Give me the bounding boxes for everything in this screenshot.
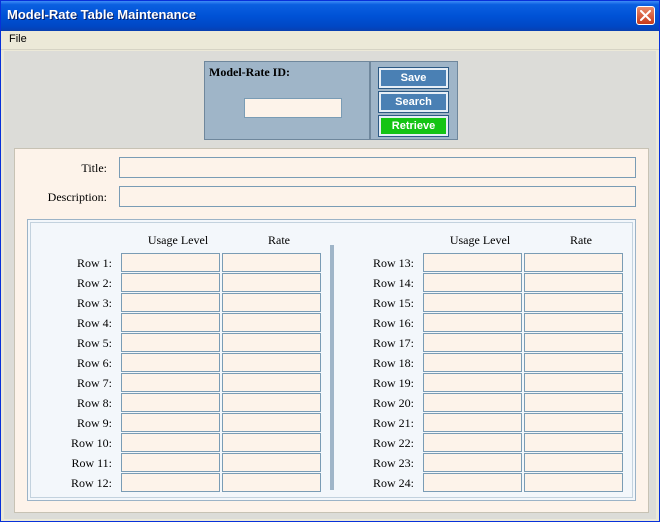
row-label: Row 21: [372,416,414,430]
rate-input[interactable] [222,373,321,392]
usage-level-input[interactable] [121,413,220,432]
row-label: Row 20: [372,396,414,410]
rate-input[interactable] [524,353,623,372]
usage-level-input[interactable] [423,433,522,452]
rate-input[interactable] [524,273,623,292]
description-input[interactable] [119,186,636,207]
row-label: Row 17: [372,336,414,350]
rate-input[interactable] [524,313,623,332]
row-label: Row 2: [76,276,112,290]
usage-level-input[interactable] [121,373,220,392]
usage-level-input[interactable] [121,473,220,492]
row-label: Row 19: [372,376,414,390]
rates-grid: Usage Level Rate Usage Level Rate Row 1:… [27,219,636,501]
header-usage-level-right: Usage Level [449,233,511,247]
usage-level-input[interactable] [121,313,220,332]
rate-input[interactable] [524,253,623,272]
header-rate-left: Rate [268,233,290,247]
close-button[interactable] [636,6,655,25]
row-label: Row 5: [76,336,112,350]
row-label: Row 9: [76,416,112,430]
rate-input[interactable] [222,433,321,452]
row-label: Row 23: [372,456,414,470]
usage-level-input[interactable] [121,273,220,292]
rate-input[interactable] [222,473,321,492]
usage-level-input[interactable] [423,393,522,412]
row-label: Row 7: [76,376,112,390]
row-label: Row 24: [372,476,414,490]
row-label: Row 3: [76,296,112,310]
save-button[interactable]: Save [378,67,449,89]
close-icon [640,10,651,21]
retrieve-button[interactable]: Retrieve [378,115,449,137]
usage-level-input[interactable] [423,273,522,292]
rate-input[interactable] [222,453,321,472]
usage-level-input[interactable] [423,453,522,472]
usage-level-input[interactable] [423,253,522,272]
usage-level-input[interactable] [121,333,220,352]
search-button[interactable]: Search [378,91,449,113]
usage-level-input[interactable] [423,473,522,492]
usage-level-input[interactable] [423,333,522,352]
title-input[interactable] [119,157,636,178]
rate-input[interactable] [222,353,321,372]
menu-file[interactable]: File [9,33,27,45]
row-label: Row 18: [372,356,414,370]
usage-level-input[interactable] [423,293,522,312]
row-label: Row 6: [76,356,112,370]
title-bar[interactable]: Model-Rate Table Maintenance [1,1,659,31]
row-label: Row 1: [76,256,112,270]
header-usage-level-left: Usage Level [147,233,209,247]
rate-input[interactable] [524,433,623,452]
model-rate-id-label: Model-Rate ID: [209,65,290,79]
app-window: Model-Rate Table Maintenance File Model-… [0,0,660,522]
column-divider [330,245,334,490]
rate-input[interactable] [222,253,321,272]
usage-level-input[interactable] [121,393,220,412]
row-label: Row 12: [70,476,112,490]
rate-input[interactable] [524,293,623,312]
client-area: Model-Rate ID: Save Search Retrieve Titl… [4,51,656,519]
usage-level-input[interactable] [121,453,220,472]
usage-level-input[interactable] [423,313,522,332]
main-panel: Title: Description: Usage Level Rate Usa… [14,148,649,513]
rate-input[interactable] [524,473,623,492]
usage-level-input[interactable] [423,413,522,432]
usage-level-input[interactable] [423,353,522,372]
menu-bar: File [1,31,659,50]
usage-level-input[interactable] [423,373,522,392]
usage-level-input[interactable] [121,433,220,452]
rate-input[interactable] [222,393,321,412]
row-label: Row 10: [70,436,112,450]
title-label: Title: [81,161,107,175]
row-label: Row 11: [71,456,112,470]
row-label: Row 16: [372,316,414,330]
rate-input[interactable] [222,293,321,312]
row-label: Row 22: [372,436,414,450]
rate-input[interactable] [524,413,623,432]
window-title: Model-Rate Table Maintenance [7,7,197,22]
row-label: Row 8: [76,396,112,410]
rate-input[interactable] [524,373,623,392]
action-button-panel: Save Search Retrieve [370,61,458,140]
header-rate-right: Rate [570,233,592,247]
description-label: Description: [47,190,107,204]
usage-level-input[interactable] [121,293,220,312]
usage-level-input[interactable] [121,253,220,272]
row-label: Row 15: [372,296,414,310]
rate-input[interactable] [524,453,623,472]
model-rate-id-panel: Model-Rate ID: [204,61,370,140]
rate-input[interactable] [222,333,321,352]
rate-input[interactable] [524,393,623,412]
row-label: Row 4: [76,316,112,330]
rate-input[interactable] [222,273,321,292]
row-label: Row 14: [372,276,414,290]
model-rate-id-input[interactable] [244,98,342,118]
rate-input[interactable] [222,313,321,332]
rate-input[interactable] [524,333,623,352]
row-label: Row 13: [372,256,414,270]
rate-input[interactable] [222,413,321,432]
usage-level-input[interactable] [121,353,220,372]
